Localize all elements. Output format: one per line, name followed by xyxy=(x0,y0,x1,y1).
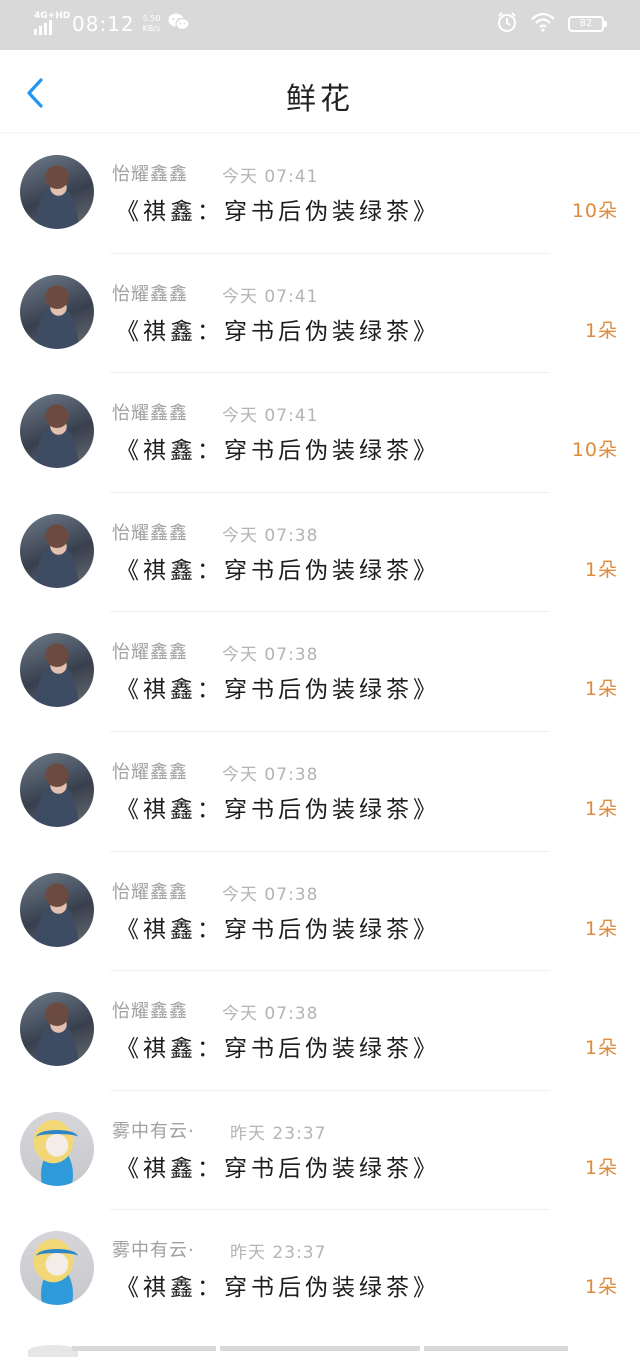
user-name[interactable]: 怡耀鑫鑫 xyxy=(112,878,188,904)
status-bar: 4G+HD 08:12 5.50 KB/s 82 xyxy=(0,0,640,50)
user-name[interactable]: 怡耀鑫鑫 xyxy=(112,399,188,425)
placeholder-bar xyxy=(72,1346,216,1351)
book-title[interactable]: 《祺鑫：穿书后伪装绿茶》 xyxy=(116,431,440,465)
wifi-icon xyxy=(530,12,556,36)
user-name[interactable]: 怡耀鑫鑫 xyxy=(112,280,188,306)
avatar[interactable] xyxy=(20,155,94,229)
book-title[interactable]: 《祺鑫：穿书后伪装绿茶》 xyxy=(116,1029,440,1063)
avatar[interactable] xyxy=(20,872,94,947)
book-title[interactable]: 《祺鑫：穿书后伪装绿茶》 xyxy=(116,670,440,704)
status-bar-right: 82 xyxy=(496,11,607,37)
user-name[interactable]: 雾中有云· xyxy=(112,1117,195,1143)
book-title[interactable]: 《祺鑫：穿书后伪装绿茶》 xyxy=(116,1149,440,1183)
timestamp: 今天 07:38 xyxy=(222,884,319,905)
list-item[interactable]: 雾中有云· 昨天 23:37 《祺鑫：穿书后伪装绿茶》 1朵 xyxy=(0,1210,640,1330)
avatar[interactable] xyxy=(20,992,94,1067)
avatar[interactable] xyxy=(20,1231,94,1306)
timestamp: 今天 07:38 xyxy=(222,645,319,666)
network-speed-unit: KB/s xyxy=(142,24,161,33)
avatar[interactable] xyxy=(20,274,94,349)
flower-count: 1朵 xyxy=(584,319,618,342)
flower-count: 1朵 xyxy=(584,678,618,701)
user-name[interactable]: 怡耀鑫鑫 xyxy=(112,519,188,545)
book-title[interactable]: 《祺鑫：穿书后伪装绿茶》 xyxy=(116,312,440,346)
placeholder-bar xyxy=(424,1346,568,1351)
timestamp: 今天 07:38 xyxy=(222,764,319,785)
flower-count: 1朵 xyxy=(584,917,618,940)
user-name[interactable]: 雾中有云· xyxy=(112,1236,195,1262)
flower-list: 怡耀鑫鑫 今天 07:41 《祺鑫：穿书后伪装绿茶》 10朵 怡耀鑫鑫 今天 0… xyxy=(0,134,640,1330)
avatar[interactable] xyxy=(20,1111,94,1186)
timestamp: 今天 07:41 xyxy=(222,406,319,427)
timestamp: 今天 07:38 xyxy=(222,525,319,546)
network-speed-value: 5.50 xyxy=(142,14,161,23)
network-speed: 5.50 KB/s xyxy=(143,14,161,34)
flower-count: 1朵 xyxy=(584,1156,618,1179)
book-title[interactable]: 《祺鑫：穿书后伪装绿茶》 xyxy=(116,551,440,585)
page-title: 鲜花 xyxy=(286,82,354,117)
page-header: 鲜花 xyxy=(0,50,640,132)
user-name[interactable]: 怡耀鑫鑫 xyxy=(112,997,188,1023)
flower-count: 1朵 xyxy=(584,1276,618,1299)
avatar[interactable] xyxy=(20,633,94,708)
flower-count: 10朵 xyxy=(571,439,618,462)
timestamp: 昨天 23:37 xyxy=(230,1243,327,1264)
flower-count: 1朵 xyxy=(584,558,618,581)
next-item-peek xyxy=(0,1328,640,1357)
list-item[interactable]: 怡耀鑫鑫 今天 07:41 《祺鑫：穿书后伪装绿茶》 10朵 xyxy=(0,134,640,254)
list-item[interactable]: 怡耀鑫鑫 今天 07:38 《祺鑫：穿书后伪装绿茶》 1朵 xyxy=(0,731,640,852)
flower-count: 10朵 xyxy=(571,200,618,222)
book-title[interactable]: 《祺鑫：穿书后伪装绿茶》 xyxy=(116,790,440,824)
avatar xyxy=(28,1345,78,1357)
timestamp: 今天 07:38 xyxy=(222,1004,319,1025)
alarm-icon xyxy=(496,11,518,37)
status-bar-left: 4G+HD 08:12 5.50 KB/s xyxy=(34,10,191,38)
book-title[interactable]: 《祺鑫：穿书后伪装绿茶》 xyxy=(116,910,440,944)
timestamp: 今天 07:41 xyxy=(222,286,319,307)
list-item[interactable]: 怡耀鑫鑫 今天 07:41 《祺鑫：穿书后伪装绿茶》 1朵 xyxy=(0,253,640,374)
placeholder-bar xyxy=(220,1346,420,1351)
list-item[interactable]: 怡耀鑫鑫 今天 07:38 《祺鑫：穿书后伪装绿茶》 1朵 xyxy=(0,612,640,732)
list-item[interactable]: 怡耀鑫鑫 今天 07:38 《祺鑫：穿书后伪装绿茶》 1朵 xyxy=(0,851,640,972)
signal-icon: 4G+HD xyxy=(34,11,70,37)
flower-count: 1朵 xyxy=(584,1037,618,1060)
hairband xyxy=(36,1249,78,1263)
timestamp: 昨天 23:37 xyxy=(230,1123,327,1144)
list-item[interactable]: 雾中有云· 昨天 23:37 《祺鑫：穿书后伪装绿茶》 1朵 xyxy=(0,1090,640,1211)
book-title[interactable]: 《祺鑫：穿书后伪装绿茶》 xyxy=(116,192,440,226)
wechat-icon xyxy=(168,12,191,36)
avatar[interactable] xyxy=(20,752,94,827)
flower-count: 1朵 xyxy=(584,797,618,820)
clock: 08:12 xyxy=(72,12,135,36)
hairband xyxy=(36,1129,78,1144)
list-item[interactable]: 怡耀鑫鑫 今天 07:41 《祺鑫：穿书后伪装绿茶》 10朵 xyxy=(0,373,640,493)
list-item[interactable]: 怡耀鑫鑫 今天 07:38 《祺鑫：穿书后伪装绿茶》 1朵 xyxy=(0,492,640,613)
book-title[interactable]: 《祺鑫：穿书后伪装绿茶》 xyxy=(116,1268,440,1302)
avatar[interactable] xyxy=(20,513,94,588)
timestamp: 今天 07:41 xyxy=(222,167,319,187)
user-name[interactable]: 怡耀鑫鑫 xyxy=(112,758,188,784)
user-name[interactable]: 怡耀鑫鑫 xyxy=(112,638,188,664)
battery-icon: 82 xyxy=(568,16,607,32)
avatar[interactable] xyxy=(20,394,94,469)
user-name[interactable]: 怡耀鑫鑫 xyxy=(112,160,188,186)
list-item[interactable]: 怡耀鑫鑫 今天 07:38 《祺鑫：穿书后伪装绿茶》 1朵 xyxy=(0,971,640,1091)
